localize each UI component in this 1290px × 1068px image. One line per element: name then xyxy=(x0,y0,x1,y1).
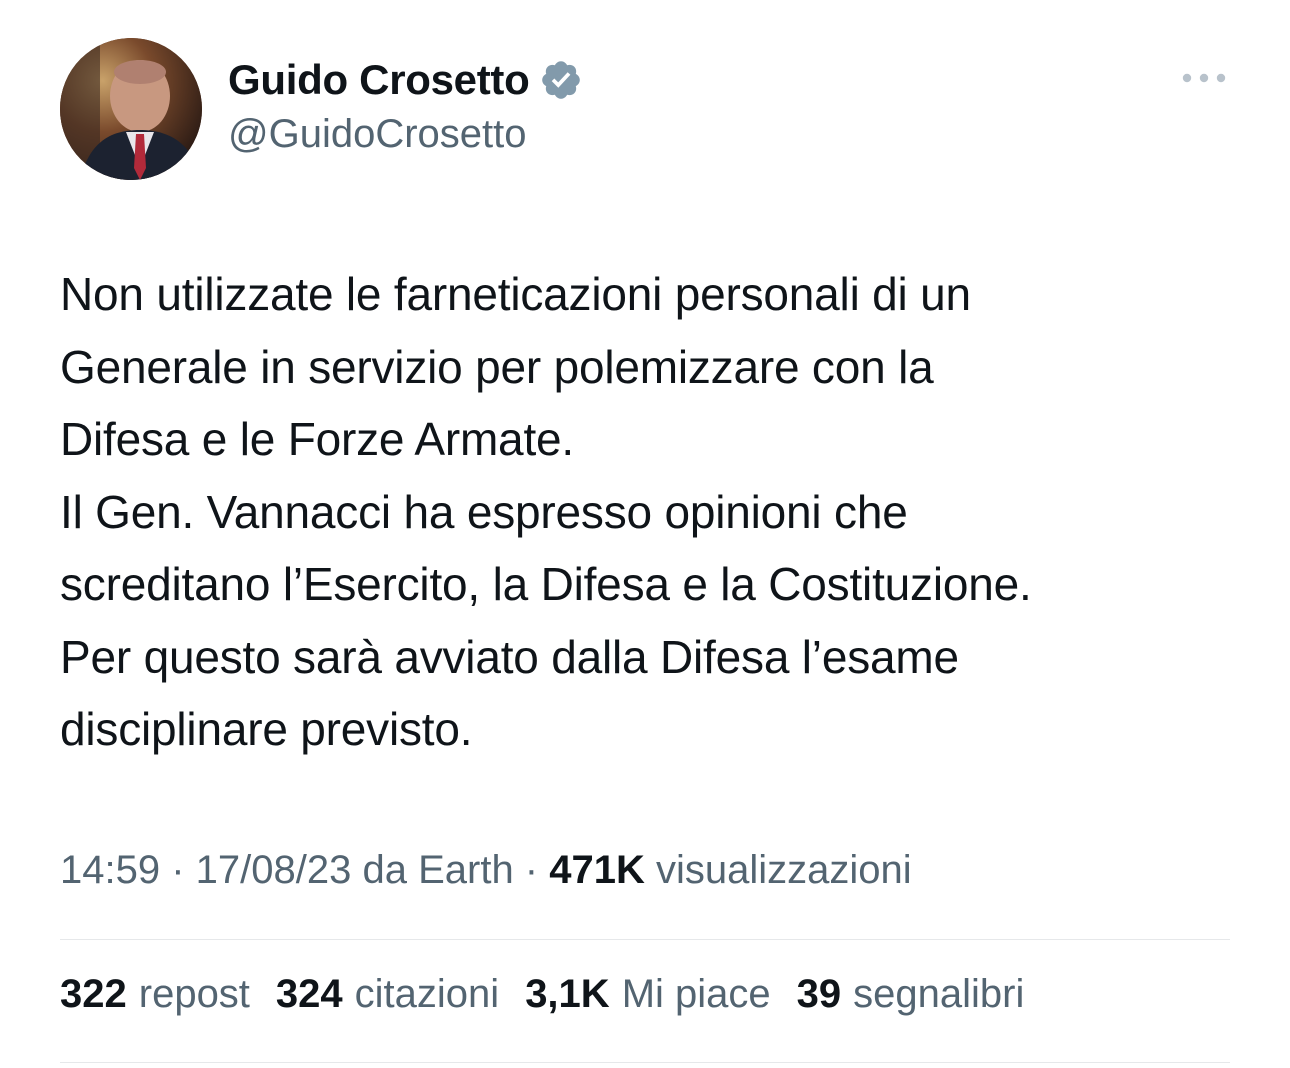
more-options-button[interactable] xyxy=(1176,60,1232,96)
tweet-text-line: Il Gen. Vannacci ha espresso opinioni ch… xyxy=(60,485,908,538)
divider xyxy=(60,939,1230,940)
tweet-text-line: Difesa e le Forze Armate. xyxy=(60,413,574,465)
author-name-row[interactable]: Guido Crosetto xyxy=(228,52,583,108)
divider xyxy=(60,1062,1230,1063)
bookmarks-count: 39 xyxy=(796,972,842,1016)
author-handle[interactable]: @GuidoCrosetto xyxy=(228,112,527,157)
tweet-text-line: Per questo sarà avviato dalla Difesa l’e… xyxy=(60,630,959,683)
tweet-source: da Earth xyxy=(351,848,514,892)
views-count: 471K xyxy=(549,848,645,892)
bookmarks-stat[interactable]: 39 segnalibri xyxy=(797,972,1025,1017)
tweet-text-line: disciplinare previsto. xyxy=(60,703,473,755)
reposts-count: 322 xyxy=(60,972,127,1016)
author-display-name[interactable]: Guido Crosetto xyxy=(228,56,530,104)
tweet-text-line: Non utilizzate le farneticazioni persona… xyxy=(60,268,971,320)
tweet-time[interactable]: 14:59 xyxy=(60,848,160,893)
reposts-label: repost xyxy=(138,972,250,1016)
tweet-meta: 14:59 · 17/08/23 da Earth · 471K visuali… xyxy=(60,848,912,893)
tweet-text-line: screditano l’Esercito, la Difesa e la Co… xyxy=(60,558,1032,610)
tweet-card: Guido Crosetto @GuidoCrosetto Non utiliz… xyxy=(0,0,1290,1068)
quotes-count: 324 xyxy=(275,972,343,1016)
tweet-date[interactable]: 17/08/23 xyxy=(196,848,352,893)
avatar[interactable] xyxy=(60,38,202,180)
meta-separator: · xyxy=(160,848,196,892)
tweet-text-line: Generale in servizio per polemizzare con… xyxy=(60,340,934,393)
bookmarks-label: segnalibri xyxy=(853,972,1025,1016)
quotes-label: citazioni xyxy=(354,972,500,1016)
verified-badge-icon xyxy=(539,58,583,102)
quotes-stat[interactable]: 324 citazioni xyxy=(276,972,499,1017)
likes-stat[interactable]: 3,1K Mi piace xyxy=(525,972,770,1017)
reposts-stat[interactable]: 322 repost xyxy=(60,972,250,1017)
engagement-stats: 322 repost 324 citazioni 3,1K Mi piace 3… xyxy=(60,972,1050,1017)
likes-count: 3,1K xyxy=(525,972,610,1016)
views-label: visualizzazioni xyxy=(644,848,912,892)
ellipsis-icon xyxy=(1182,73,1226,83)
meta-separator: · xyxy=(513,848,550,892)
likes-label: Mi piace xyxy=(621,972,771,1016)
profile-photo-icon xyxy=(60,38,202,180)
tweet-text: Non utilizzate le farneticazioni persona… xyxy=(60,258,1250,766)
